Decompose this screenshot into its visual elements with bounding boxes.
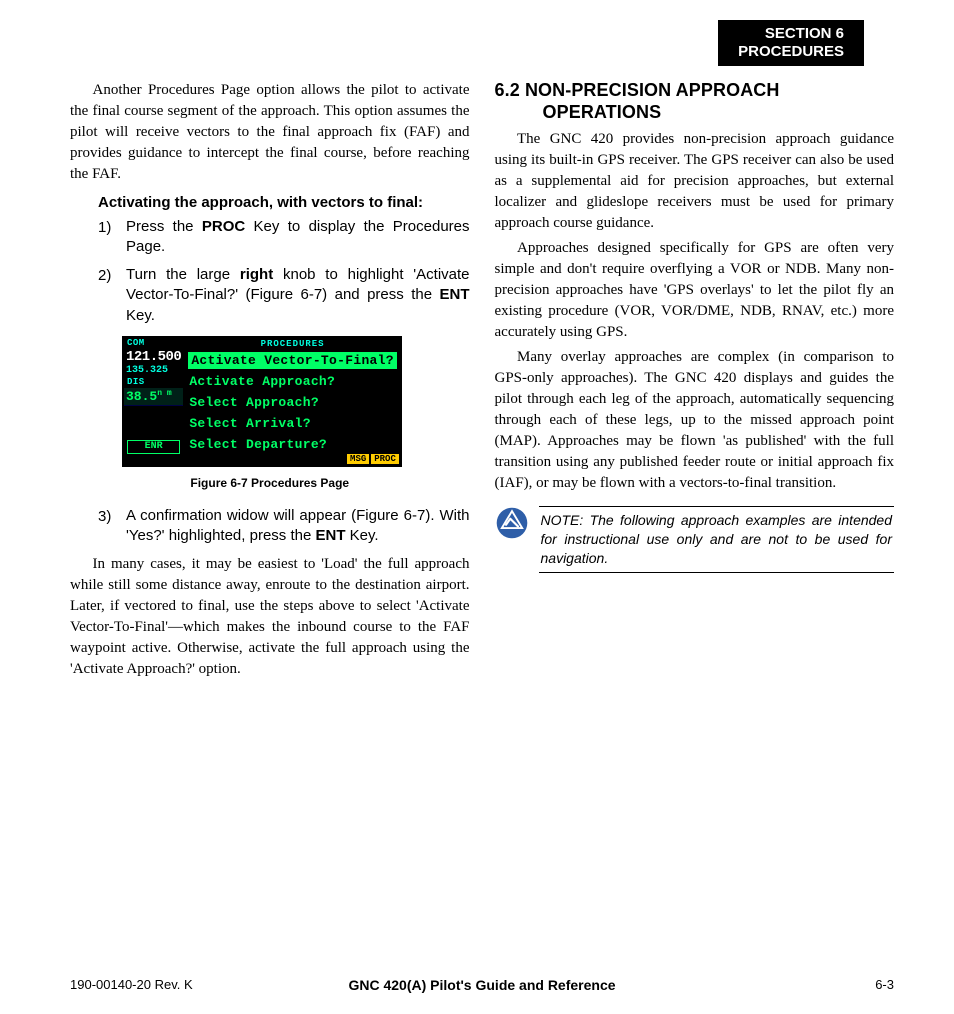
com-standby-freq: 135.325 [124,365,183,377]
note-block: NOTE: The following approach examples ar… [495,506,895,573]
step-number: 1) [98,217,126,258]
content-columns: Another Procedures Page option allows th… [70,80,894,684]
left-para1: Another Procedures Page option allows th… [70,80,470,185]
com-active-freq: 121.500 [124,349,183,365]
proc-menu-item: Select Approach? [184,392,401,413]
figure-procedures-screen: COM 121.500 135.325 DIS 38.5n m ENR PROC… [122,336,402,467]
proc-menu-item: Activate Approach? [184,371,401,392]
step-text: Turn the large right knob to highlight '… [126,265,470,326]
footer-revision: 190-00140-20 Rev. K [70,977,193,992]
proc-menu-item: Select Arrival? [184,413,401,434]
lcd-left-column: COM 121.500 135.325 DIS 38.5n m ENR [124,338,183,465]
step-number: 2) [98,265,126,326]
page-footer: 190-00140-20 Rev. K GNC 420(A) Pilot's G… [70,977,894,992]
lcd-right-panel: PROCEDURES Activate Vector-To-Final? Act… [183,338,402,465]
note-text-wrap: NOTE: The following approach examples ar… [539,506,895,573]
list-item: 2) Turn the large right knob to highligh… [98,265,470,326]
com-label: COM [124,338,183,349]
right-para1: The GNC 420 provides non-precision appro… [495,129,895,234]
step-text: Press the PROC Key to display the Proced… [126,217,470,258]
note-text: NOTE: The following approach examples ar… [541,511,893,568]
footer-page-number: 6-3 [875,977,894,992]
section-6-2-heading: 6.2 NON-PRECISION APPROACH OPERATIONS [495,80,895,123]
section-header-line2: PROCEDURES [738,43,844,61]
list-item: 3) A confirmation widow will appear (Fig… [98,506,470,547]
footer-title: GNC 420(A) Pilot's Guide and Reference [70,977,894,993]
proc-bottom-bar: MSGPROC [184,455,401,464]
proc-badge: PROC [371,454,399,464]
section-header: SECTION 6 PROCEDURES [718,20,864,66]
right-column: 6.2 NON-PRECISION APPROACH OPERATIONS Th… [495,80,895,684]
right-para3: Many overlay approaches are complex (in … [495,347,895,494]
list-item: 1) Press the PROC Key to display the Pro… [98,217,470,258]
note-icon [495,506,529,540]
enr-label: ENR [127,440,180,454]
left-column: Another Procedures Page option allows th… [70,80,470,684]
right-para2: Approaches designed specifically for GPS… [495,238,895,343]
procedure-list-cont: 3) A confirmation widow will appear (Fig… [98,506,470,547]
procedures-title: PROCEDURES [184,339,401,350]
proc-menu-item: Select Departure? [184,434,401,455]
left-para2: In many cases, it may be easiest to 'Loa… [70,554,470,680]
procedure-list: 1) Press the PROC Key to display the Pro… [98,217,470,326]
section-header-line1: SECTION 6 [738,25,844,43]
figure-caption: Figure 6-7 Procedures Page [70,475,470,492]
dis-label: DIS [124,377,183,388]
step-number: 3) [98,506,126,547]
sub-heading: Activating the approach, with vectors to… [98,193,470,213]
proc-menu-item-highlighted: Activate Vector-To-Final? [188,352,397,369]
dis-value: 38.5n m [124,388,183,406]
step-text: A confirmation widow will appear (Figure… [126,506,470,547]
msg-badge: MSG [347,454,369,464]
